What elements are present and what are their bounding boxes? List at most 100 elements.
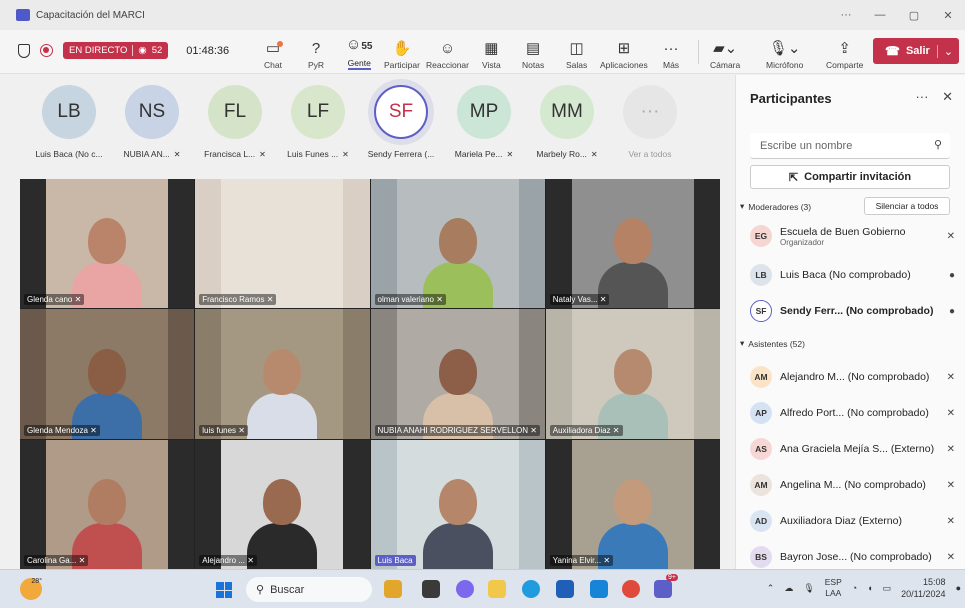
chat-button[interactable]: ▭ Chat [264,34,284,70]
mic-off-tray-icon[interactable]: 🎙 [803,583,814,594]
file-explorer-icon[interactable] [384,580,402,598]
people-count: 55 [361,41,373,52]
avatar-name: Ver a todos [628,149,672,159]
chevron-down-icon[interactable]: ⌄ [937,44,959,58]
copilot-icon[interactable] [456,580,474,598]
panel-title: Participantes [750,91,832,106]
react-button[interactable]: ☺ Reaccionar [426,34,469,71]
minimize-button[interactable]: — [863,9,897,21]
participant-row[interactable]: AS Ana Graciela Mejía S... (Externo) ✕ [750,434,955,464]
mute-all-button[interactable]: Silenciar a todos [864,197,950,215]
participant-row[interactable]: SF Sendy Ferr... (No comprobado) ● [750,296,955,326]
camera-button[interactable]: ▰⌄ Cámara [710,34,740,71]
participant-row[interactable]: AD Auxiliadora Diaz (Externo) ✕ [750,506,955,536]
attendees-section[interactable]: ▾ Asistentes (52) [740,338,805,349]
leave-button[interactable]: ☎ Salir ⌄ [873,38,959,64]
video-tile[interactable]: Luis Baca [370,439,545,569]
volume-icon[interactable]: ◖ [867,583,872,593]
language-indicator[interactable]: ESP LAA [825,577,842,599]
microphone-button[interactable]: 🎙⌄ Micrófono [766,34,803,71]
share-invite-button[interactable]: ⇱ Compartir invitación [750,165,950,189]
participant-avatar[interactable]: SF Sendy Ferrera (... [360,85,442,159]
participant-avatar[interactable]: LF Luis Funes ... ✕ [277,85,359,159]
video-tile[interactable]: NUBIA ANAHI RODRIGUEZ SERVELLON ✕ [370,309,545,439]
share-icon: ⇱ [788,171,799,184]
video-tile[interactable]: luis funes ✕ [195,309,370,439]
video-tile[interactable]: Carolina Ga... ✕ [20,439,195,569]
more-button[interactable]: ··· Más [663,34,679,71]
apps-button[interactable]: ⊞ Aplicaciones [600,34,648,71]
participant-row[interactable]: AP Alfredo Port... (No comprobado) ✕ [750,398,955,428]
clock[interactable]: 15:08 20/11/2024 [901,576,945,600]
video-tile[interactable]: Nataly Vas... ✕ [545,179,720,309]
ellipsis-icon: ··· [663,40,679,57]
onedrive-icon[interactable]: ☁ [784,583,793,594]
participant-avatar[interactable]: MM Marbely Ro... ✕ [526,85,608,159]
windows-taskbar: 28° ⚲ Buscar 9+ ⌃ ☁ 🎙 ESP LAA ◔ ◖ ▭ 15:08… [0,569,965,608]
participants-panel: Participantes ··· ✕ ⚲ ⇱ Compartir invita… [735,75,965,569]
weather-icon[interactable]: 28° [20,578,42,600]
participant-search[interactable]: ⚲ [750,133,950,159]
video-tile[interactable]: Glenda cano ✕ [20,179,195,309]
teams-icon[interactable]: 9+ [654,574,678,598]
tile-name: Glenda cano ✕ [24,294,85,306]
notes-button[interactable]: ▤ Notas [522,34,544,71]
battery-icon[interactable]: ▭ [883,583,892,594]
video-tile[interactable]: Alejandro ... ✕ [195,439,370,569]
participant-avatar[interactable]: LB Luis Baca (No c... [28,85,110,159]
restore-button[interactable]: ▢ [897,9,931,22]
participant-row[interactable]: AM Alejandro M... (No comprobado) ✕ [750,362,955,392]
app-icon[interactable] [422,580,440,598]
live-label: EN DIRECTO [69,45,128,56]
wifi-icon[interactable]: ◔ [852,583,857,593]
store-icon[interactable] [556,580,574,598]
view-all-button[interactable]: ··· Ver a todos [609,85,691,159]
taskbar-search[interactable]: ⚲ Buscar [246,577,372,602]
moderators-section[interactable]: ▾ Moderadores (3) [740,201,811,212]
share-button[interactable]: ⇪ Comparte [826,34,863,71]
raise-hand-button[interactable]: ✋ Participar [384,34,420,71]
view-button[interactable]: ▦ Vista [482,34,501,71]
meeting-toolbar: EN DIRECTO ◉ 52 01:48:36 ▭ Chat ? PyR ☺5… [0,30,965,74]
edge-icon[interactable] [522,580,540,598]
avatar: LB [750,264,772,286]
windows-start-icon[interactable] [216,582,232,598]
tile-name: Nataly Vas... ✕ [549,294,610,306]
avatar-name: Luis Baca (No c... [35,149,103,159]
video-tile[interactable]: olman valeriano ✕ [370,179,545,309]
video-tile[interactable]: Francisco Ramos ✕ [195,179,370,309]
recording-icon[interactable] [40,44,53,57]
mic-off-icon: ✕ [946,515,955,527]
chrome-icon[interactable] [622,580,640,598]
mic-off-icon: ✕ [74,295,82,305]
close-window-button[interactable]: ✕ [931,9,965,22]
chevron-up-icon[interactable]: ⌃ [767,583,775,594]
more-options-icon[interactable]: ··· [829,9,863,21]
people-button[interactable]: ☺55 Gente [346,34,372,70]
participant-row[interactable]: AM Angelina M... (No comprobado) ✕ [750,470,955,500]
search-icon[interactable]: ⚲ [934,138,942,151]
participant-avatar[interactable]: MP Mariela Pe... ✕ [443,85,525,159]
smiley-icon: ☺ [439,40,456,57]
raise-hand-icon: ✋ [392,40,412,57]
panel-more-icon[interactable]: ··· [915,89,928,104]
participant-row[interactable]: EG Escuela de Buen Gobierno Organizador ✕ [750,221,955,251]
search-input[interactable] [750,133,920,159]
qa-button[interactable]: ? PyR [308,34,324,71]
rooms-button[interactable]: ◫ Salas [566,34,587,71]
participant-row[interactable]: LB Luis Baca (No comprobado) ● [750,260,955,290]
avatar: AS [750,438,772,460]
video-tile[interactable]: Glenda Mendoza ✕ [20,309,195,439]
mic-icon: ● [948,305,955,317]
participant-avatar[interactable]: NS NUBIA AN... ✕ [111,85,193,159]
outlook-icon[interactable] [590,580,608,598]
video-tile[interactable]: Auxiliadora Diaz ✕ [545,309,720,439]
panel-close-icon[interactable]: ✕ [942,89,953,104]
folder-icon[interactable] [488,580,506,598]
viewer-count: 52 [151,45,163,56]
notification-bell-icon[interactable]: ● [956,583,961,593]
participant-avatar[interactable]: FL Francisca L... ✕ [194,85,276,159]
participant-row[interactable]: BS Bayron Jose... (No comprobado) ✕ [750,542,955,572]
shield-icon[interactable] [18,43,30,58]
video-tile[interactable]: Yanina Elvir... ✕ [545,439,720,569]
